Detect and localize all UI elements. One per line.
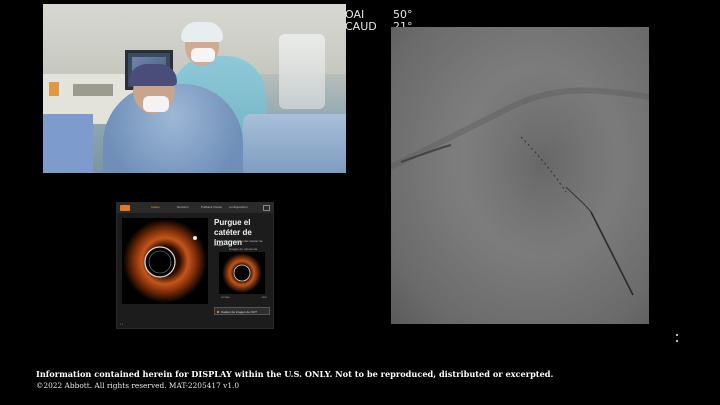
catheter-dropdown[interactable]: Catéter de imagen de OCT (214, 307, 270, 315)
reference-catheter-ring (233, 264, 251, 282)
tab-configuracion[interactable]: Configuración (229, 205, 248, 209)
guidewire-upper (520, 136, 567, 193)
physician-seated-cap (129, 64, 177, 86)
copyright-notice: ©2022 Abbott. All rights reserved. MAT-2… (36, 381, 240, 390)
staff-member-left (43, 114, 93, 173)
oct-top-bar: Casos Revisión Pullback Viewer Configura… (117, 203, 273, 213)
caption-left: Limpio (221, 295, 230, 299)
display-disclaimer: Information contained herein for DISPLAY… (36, 369, 554, 379)
reference-captions: Limpio Aire (221, 295, 267, 299)
vessel-shadow (391, 87, 649, 170)
tab-revision[interactable]: Revisión (177, 205, 189, 209)
sterile-drape (243, 114, 346, 173)
reference-image (219, 252, 265, 294)
marker-dot (676, 334, 678, 336)
catheter-ring (144, 246, 176, 278)
physician-mask (191, 48, 215, 62)
reference-image-label: Imagen de referencia (228, 247, 258, 251)
angio-view-2-label: CAUD (345, 20, 377, 33)
angio-overlay (391, 87, 649, 296)
oct-live-image (122, 218, 208, 304)
catheter-dropdown-value: Catéter de imagen de OCT (221, 310, 258, 314)
guidewire-mid (565, 186, 592, 213)
imaging-catheter (590, 211, 634, 296)
physician-seated-mask (143, 96, 169, 112)
physician-cap (181, 22, 223, 42)
oct-console-screen: Casos Revisión Pullback Viewer Configura… (116, 202, 274, 329)
caption-right: Aire (261, 295, 267, 299)
oct-cross-section (123, 219, 207, 303)
home-button[interactable] (120, 205, 130, 211)
menu-icon[interactable] (263, 205, 270, 211)
purge-instruction: Compruebe la imagen del catéter de image… (214, 239, 263, 247)
guidewire-marker (193, 236, 197, 240)
tab-casos[interactable]: Casos (151, 205, 160, 209)
iv-bag (279, 34, 325, 109)
procedure-video-feed (43, 4, 346, 173)
tab-pullback-viewer[interactable]: Pullback Viewer (201, 205, 222, 209)
reference-cross-section (222, 253, 262, 293)
footer-disclaimer: Information contained herein for DISPLAY… (36, 369, 553, 391)
marker-dot (676, 340, 678, 342)
oct-status-indicator: ▪ ▪ (120, 322, 123, 326)
angiography-image (391, 27, 649, 324)
